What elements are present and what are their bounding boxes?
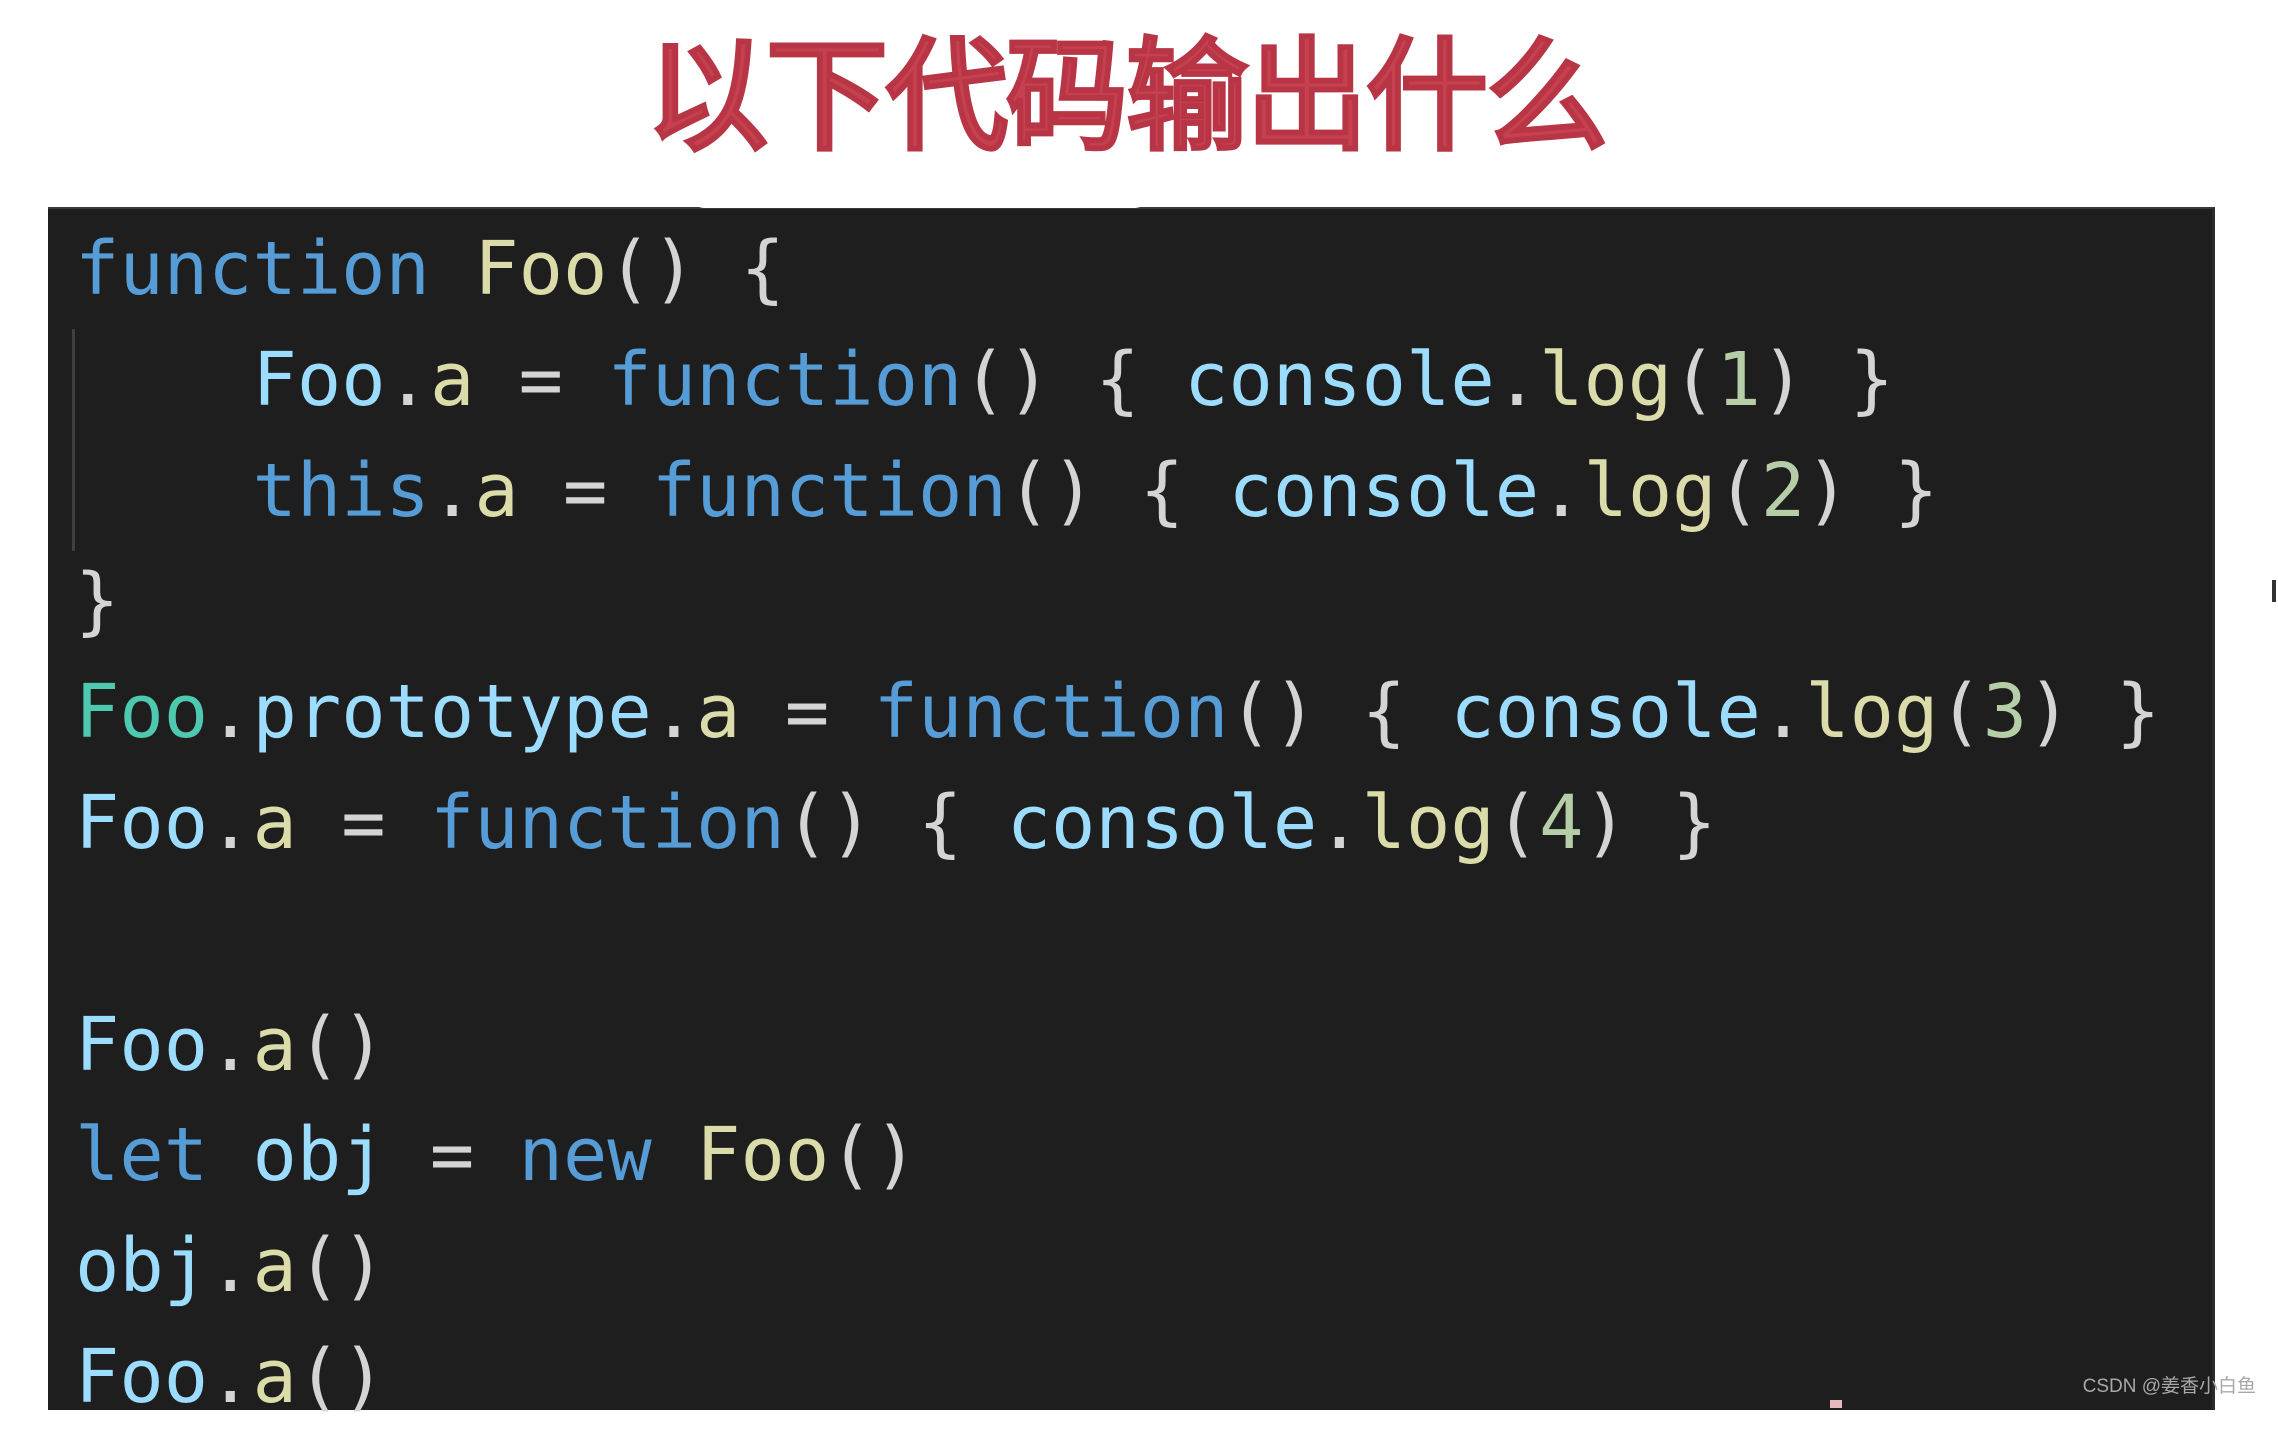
code-line: } bbox=[75, 547, 2160, 658]
pointer-marker bbox=[1830, 1400, 1842, 1408]
code-token: () bbox=[829, 1113, 918, 1199]
code-line: this.a = function() { console.log(2) } bbox=[75, 437, 2160, 548]
code-token: () { bbox=[784, 780, 1007, 866]
code-token: function bbox=[873, 670, 1229, 756]
code-token: 1 bbox=[1716, 337, 1761, 423]
code-token: a bbox=[252, 1002, 297, 1088]
code-token: log bbox=[1583, 448, 1717, 534]
code-token: function bbox=[607, 337, 963, 423]
code-token: } bbox=[75, 559, 120, 645]
code-token: ( bbox=[1672, 337, 1717, 423]
code-token: . bbox=[1760, 670, 1806, 756]
code-token: a bbox=[696, 670, 741, 756]
code-token: 4 bbox=[1539, 780, 1584, 866]
code-token: . bbox=[1317, 780, 1362, 866]
code-token: console bbox=[1228, 448, 1540, 534]
code-token: () { bbox=[962, 337, 1185, 423]
code-token: = bbox=[740, 670, 874, 756]
code-token: . bbox=[429, 448, 475, 534]
page-title: 以下代码输出什么 bbox=[645, 25, 1609, 169]
code-token: = bbox=[296, 780, 430, 866]
code-token: this bbox=[252, 448, 430, 534]
code-token: prototype bbox=[252, 670, 652, 756]
code-token: . bbox=[385, 337, 430, 423]
code-line: Foo.a = function() { console.log(4) } bbox=[75, 769, 2160, 880]
code-token: Foo bbox=[75, 670, 209, 756]
code-token: 3 bbox=[1982, 670, 2028, 756]
code-token: console bbox=[1184, 337, 1495, 423]
code-token: Foo bbox=[474, 227, 608, 312]
code-token: console bbox=[1450, 670, 1761, 756]
code-token: function bbox=[75, 227, 430, 312]
code-token: . bbox=[1539, 448, 1584, 534]
code-line: let obj = new Foo() bbox=[75, 1101, 2160, 1212]
code-token: function bbox=[651, 448, 1007, 534]
code-line: Foo.prototype.a = function() { console.l… bbox=[75, 658, 2160, 769]
code-token: . bbox=[651, 670, 697, 756]
code-token: a bbox=[252, 1334, 297, 1420]
code-token: () { bbox=[1228, 670, 1451, 756]
overlay-strip bbox=[692, 172, 1147, 208]
code-line: Foo.a() bbox=[75, 1323, 2160, 1434]
code-token: a bbox=[252, 1224, 297, 1310]
code-token: let bbox=[75, 1113, 209, 1199]
code-token: ) } bbox=[1760, 337, 1895, 423]
code-token: . bbox=[208, 1224, 253, 1310]
code-token: 2 bbox=[1760, 448, 1806, 534]
code-token: () bbox=[296, 1334, 386, 1420]
code-token: ( bbox=[1494, 780, 1540, 866]
code-line: function Foo() { bbox=[75, 215, 2160, 326]
code-token: log bbox=[1361, 780, 1495, 866]
code-token: ) } bbox=[1805, 448, 1939, 534]
code-token: Foo bbox=[252, 337, 386, 423]
code-block: function Foo() { Foo.a = function() { co… bbox=[75, 215, 2160, 1434]
code-line: Foo.a = function() { console.log(1) } bbox=[75, 326, 2160, 437]
code-token: () bbox=[296, 1002, 386, 1088]
code-token: ) } bbox=[1583, 780, 1717, 866]
code-token: . bbox=[208, 1334, 253, 1420]
code-token: a bbox=[429, 337, 475, 423]
code-token: . bbox=[208, 780, 253, 866]
code-token: Foo bbox=[75, 1002, 209, 1088]
code-token: function bbox=[429, 780, 785, 866]
code-token: () { bbox=[607, 227, 785, 312]
code-token: . bbox=[208, 1002, 253, 1088]
code-token: () { bbox=[1006, 448, 1229, 534]
code-line: Foo.a() bbox=[75, 991, 2160, 1102]
code-token: ( bbox=[1716, 448, 1761, 534]
code-token: obj bbox=[75, 1224, 209, 1310]
code-token: ) } bbox=[2027, 670, 2161, 756]
code-token: = bbox=[474, 337, 608, 423]
code-token: () bbox=[296, 1224, 386, 1310]
watermark: CSDN @姜香小白鱼 bbox=[2082, 1376, 2256, 1397]
code-token: . bbox=[1494, 337, 1540, 423]
code-token: = bbox=[518, 448, 652, 534]
code-token: ( bbox=[1938, 670, 1983, 756]
code-token: Foo bbox=[75, 780, 209, 866]
cursor-marker bbox=[2272, 580, 2276, 602]
code-token: . bbox=[208, 670, 253, 756]
code-token: log bbox=[1805, 670, 1939, 756]
code-token: obj bbox=[252, 1113, 386, 1199]
code-token: = bbox=[385, 1113, 519, 1199]
code-editor: function Foo() { Foo.a = function() { co… bbox=[48, 207, 2215, 1420]
code-token: new bbox=[518, 1113, 652, 1199]
code-token: a bbox=[252, 780, 297, 866]
code-token: a bbox=[474, 448, 519, 534]
code-token: Foo bbox=[696, 1113, 830, 1199]
code-token: log bbox=[1539, 337, 1673, 423]
code-line: obj.a() bbox=[75, 1212, 2160, 1323]
code-token: console bbox=[1006, 780, 1318, 866]
code-token: Foo bbox=[75, 1334, 209, 1420]
